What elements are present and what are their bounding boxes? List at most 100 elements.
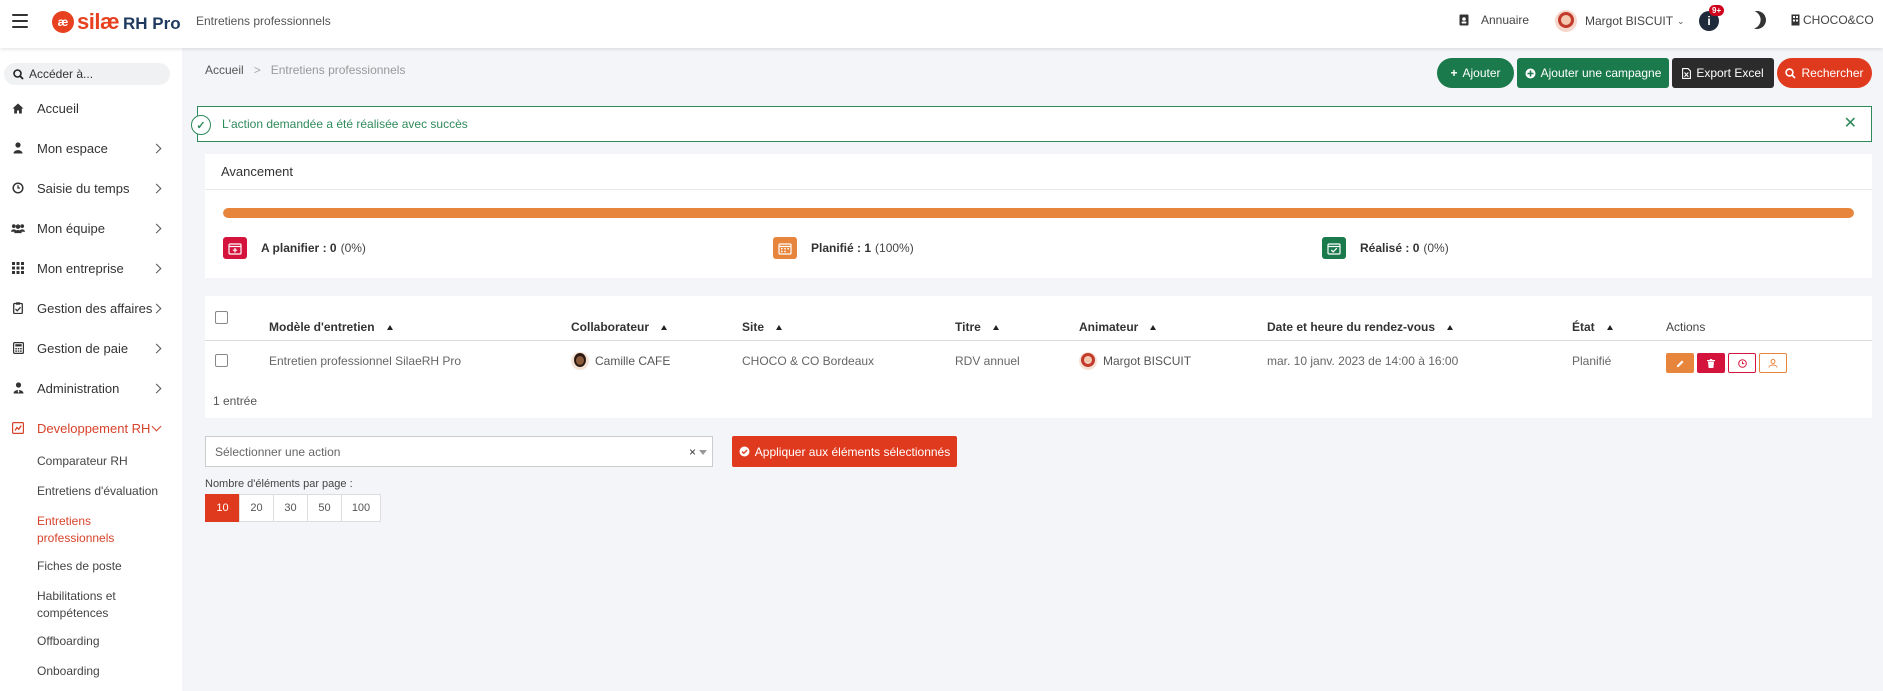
per-page-20[interactable]: 20 [239,494,274,522]
sidebar-item-label: Saisie du temps [37,180,130,196]
search-icon [13,68,24,80]
apply-selected-button[interactable]: Appliquer aux éléments sélectionnés [732,436,957,467]
sidebar-item-administration[interactable]: Administration [0,374,182,402]
column-header-label: Site [742,320,765,334]
bulk-action-placeholder: Sélectionner une action [215,444,341,459]
stat-realise: Réalisé : 0 (0%) [1322,237,1449,259]
calendar-check-icon [1322,237,1346,259]
sub-item-fiches-poste[interactable]: Fiches de poste [37,558,177,575]
per-page-10[interactable]: 10 [205,494,240,522]
sidebar-item-mon-entreprise[interactable]: Mon entreprise [0,254,182,282]
page-title: Entretiens professionnels [196,14,331,28]
header-divider [205,340,1872,341]
logo[interactable]: æ silæ RH Pro [52,7,181,37]
clipboard-icon [11,301,25,315]
check-circle-icon: ✓ [191,115,211,135]
sort-icon [1606,324,1613,330]
column-header-date[interactable]: Date et heure du rendez-vous [1267,320,1454,334]
cell-animator: Margot BISCUIT [1079,352,1191,370]
caret-down-icon [699,450,707,455]
reschedule-button[interactable] [1728,353,1756,373]
stat-percent: (0%) [340,241,366,255]
column-header-state[interactable]: État [1572,320,1613,334]
home-icon [11,101,25,115]
cell-collaborator: Camille CAFE [571,352,670,370]
column-header-collaborator[interactable]: Collaborateur [571,320,668,334]
column-header-actions: Actions [1666,320,1706,334]
check-circle-icon [739,446,750,457]
sort-icon [1150,324,1157,330]
sidebar-item-saisie-temps[interactable]: Saisie du temps [0,174,182,202]
export-excel-button[interactable]: Export Excel [1672,58,1774,88]
sidebar-item-gestion-paie[interactable]: Gestion de paie [0,334,182,362]
sidebar-search[interactable] [4,63,170,85]
sidebar-item-label: Mon équipe [37,220,105,236]
collaborator-name: Camille CAFE [595,354,671,368]
sidebar-item-gestion-affaires[interactable]: Gestion des affaires [0,294,182,322]
notification-badge: 9+ [1709,5,1725,16]
add-button[interactable]: + Ajouter [1437,58,1514,88]
notifications-button[interactable]: i 9+ [1699,5,1725,31]
team-icon [11,221,25,235]
select-all-checkbox[interactable] [215,311,228,324]
logo-main: silæ [77,9,120,34]
search-button[interactable]: Rechercher [1777,58,1872,88]
sidebar-item-developpement-rh[interactable]: Developpement RH [0,414,182,442]
user-menu[interactable]: Margot BISCUIT ⌄ [1555,10,1685,32]
sort-icon [1447,324,1454,330]
add-campaign-button[interactable]: Ajouter une campagne [1517,58,1669,88]
sidebar-item-accueil[interactable]: Accueil [0,94,182,122]
sidebar-item-mon-equipe[interactable]: Mon équipe [0,214,182,242]
close-icon[interactable]: ✕ [1844,116,1857,132]
sidebar-item-mon-espace[interactable]: Mon espace [0,134,182,162]
per-page-50[interactable]: 50 [307,494,342,522]
sub-item-offboarding[interactable]: Offboarding [37,633,177,650]
success-alert: ✓ L'action demandée a été réalisée avec … [191,106,1872,142]
animator-avatar [1079,352,1097,370]
column-header-animator[interactable]: Animateur [1079,320,1157,334]
assign-animator-button[interactable] [1759,353,1787,373]
sidebar-item-label: Administration [37,380,120,396]
bulk-action-select[interactable]: Sélectionner une action × [205,436,713,467]
trash-icon [1707,358,1715,368]
breadcrumb-home[interactable]: Accueil [205,63,244,77]
chevron-right-icon [151,343,162,353]
company-switcher[interactable]: CHOCO&CO [1791,13,1874,27]
cell-title: RDV annuel [955,354,1020,368]
sub-item-habilitations[interactable]: Habilitations et compétences [37,588,137,622]
sub-item-comparateur-rh[interactable]: Comparateur RH [37,453,177,470]
dark-mode-toggle[interactable] [1748,11,1766,29]
column-header-site[interactable]: Site [742,320,783,334]
delete-button[interactable] [1697,353,1725,373]
annuaire-link[interactable]: Annuaire [1459,13,1529,27]
sub-item-entretiens-evaluation[interactable]: Entretiens d'évaluation [37,483,177,500]
annuaire-label: Annuaire [1481,13,1530,27]
logo-sub: RH Pro [123,13,181,33]
progress-title: Avancement [205,154,1872,190]
row-checkbox[interactable] [215,354,228,367]
progress-card: Avancement A planifier : 0 (0%) Planifié… [205,154,1872,278]
edit-button[interactable] [1666,353,1694,373]
cell-site: CHOCO & CO Bordeaux [742,354,875,368]
per-page-100[interactable]: 100 [341,494,381,522]
sidebar-item-label: Gestion de paie [37,340,129,356]
chevron-down-icon [151,421,162,431]
cell-model[interactable]: Entretien professionnel SilaeRH Pro [269,354,461,368]
sort-icon [661,324,668,330]
column-header-title[interactable]: Titre [955,320,999,334]
chevron-right-icon [151,303,162,313]
per-page-30[interactable]: 30 [273,494,308,522]
chevron-down-icon: ⌄ [1677,15,1685,26]
sub-item-onboarding[interactable]: Onboarding [37,663,177,680]
logo-mark: æ [52,11,74,33]
sort-icon [386,324,393,330]
menu-icon[interactable] [12,14,28,28]
sub-item-entretiens-professionnels[interactable]: Entretiens professionnels [37,513,137,547]
search-input[interactable] [29,67,169,81]
clear-icon[interactable]: × [689,445,696,459]
stat-percent: (100%) [875,241,914,255]
column-header-model[interactable]: Modèle d'entretien [269,320,393,334]
moon-icon [1745,8,1768,31]
stat-label: Planifié : 1 [811,241,872,255]
clock-icon [11,181,25,195]
